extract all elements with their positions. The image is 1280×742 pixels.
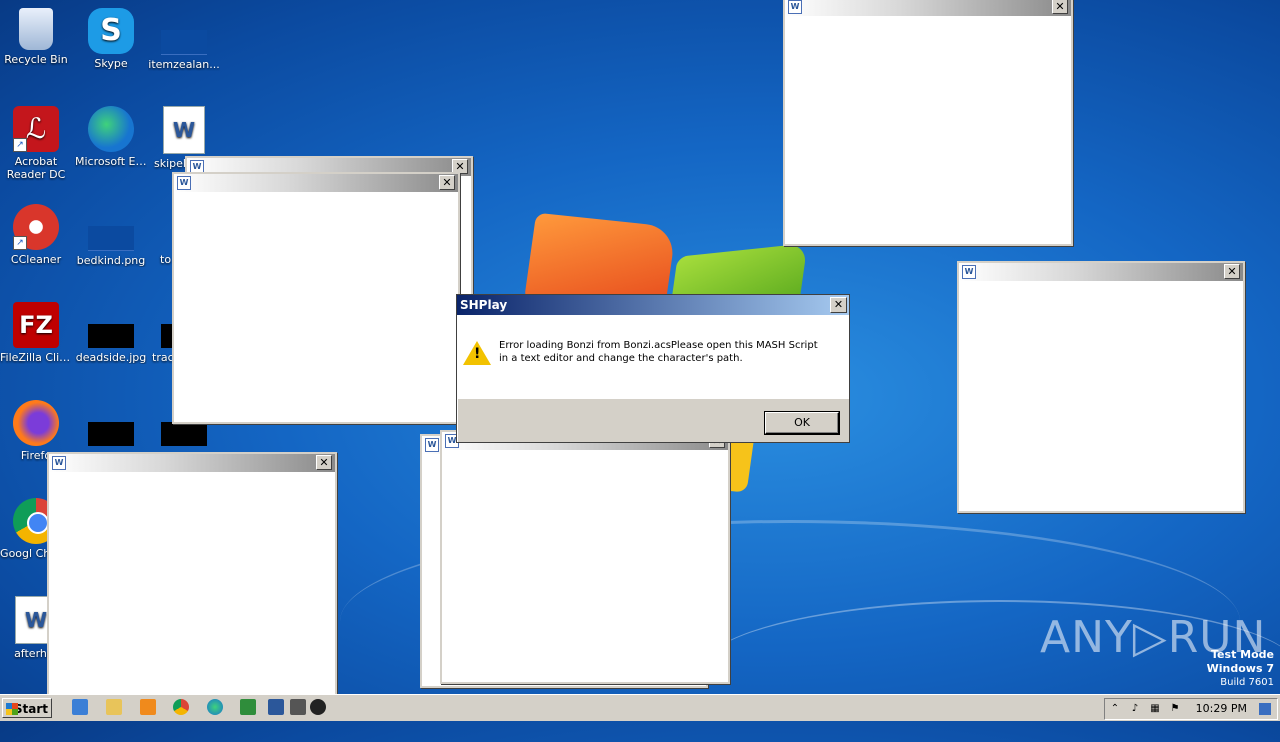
shortcut-arrow-icon: ↗ xyxy=(13,236,27,250)
blank-window[interactable]: W ✕ xyxy=(957,261,1245,513)
show-hidden-icons-button[interactable]: ⌃ xyxy=(1109,703,1121,715)
action-center-flag-icon[interactable]: ⚑ xyxy=(1169,703,1181,715)
word-doc-icon: W xyxy=(177,176,191,190)
skype-icon: S xyxy=(88,8,134,54)
desktop-icon-bedkind[interactable]: bedkind.png xyxy=(75,204,147,267)
dialog-message: Error loading Bonzi from Bonzi.acsPlease… xyxy=(499,340,818,364)
desktop-icon-label: Recycle Bin xyxy=(4,53,68,66)
window-titlebar[interactable]: W ✕ xyxy=(49,454,335,472)
desktop-icon-itemzealan[interactable]: itemzealan... xyxy=(148,8,220,71)
close-button[interactable]: ✕ xyxy=(439,175,455,190)
blank-window[interactable]: W ✕ xyxy=(783,0,1073,246)
bonzi-icon[interactable] xyxy=(310,699,326,715)
ccleaner-icon: ↗ xyxy=(13,204,59,250)
desktop-icon-unnamed[interactable] xyxy=(75,400,147,449)
image-file-icon xyxy=(88,324,134,348)
start-label: Start xyxy=(13,702,48,716)
app-icon[interactable] xyxy=(240,699,256,715)
window-titlebar[interactable]: W ✕ xyxy=(174,174,458,192)
word-icon[interactable] xyxy=(268,699,284,715)
close-button[interactable]: ✕ xyxy=(316,455,332,470)
word-doc-icon: W xyxy=(788,0,802,14)
desktop-icon-label: Acrobat Reader DC xyxy=(6,155,66,181)
desktop-icon-deadside[interactable]: deadside.jpg xyxy=(75,302,147,364)
firefox-icon xyxy=(13,400,59,446)
desktop-icon-acrobat[interactable]: ℒ ↗ Acrobat Reader DC xyxy=(0,106,72,181)
edge-icon[interactable] xyxy=(207,699,223,715)
dialog-title: SHPlay xyxy=(460,298,508,312)
ok-button[interactable]: OK xyxy=(764,411,840,435)
word-doc-icon: W xyxy=(425,438,439,452)
desktop-icon-ccleaner[interactable]: ↗ CCleaner xyxy=(0,204,72,266)
window-titlebar[interactable]: W ✕ xyxy=(959,263,1243,281)
explorer-icon[interactable] xyxy=(106,699,122,715)
desktop-icon-label: CCleaner xyxy=(10,253,62,266)
error-dialog[interactable]: SHPlay ✕ ! Error loading Bonzi from Bonz… xyxy=(456,294,850,443)
chrome-icon[interactable] xyxy=(173,699,189,715)
dialog-body: ! Error loading Bonzi from Bonzi.acsPlea… xyxy=(457,315,849,399)
windows-logo-icon xyxy=(6,703,18,715)
test-mode-line: Windows 7 xyxy=(1206,662,1274,675)
filezilla-icon: FZ xyxy=(13,302,59,348)
word-doc-icon: W xyxy=(962,265,976,279)
close-button[interactable]: ✕ xyxy=(1052,0,1068,14)
desktop-icon-label: bedkind.png xyxy=(76,254,146,267)
desktop-icon-label: Skype xyxy=(94,57,128,70)
desktop-icon-edge[interactable]: Microsoft Edge xyxy=(75,106,147,168)
test-mode-notice: Test Mode Windows 7 Build 7601 xyxy=(1207,648,1274,690)
test-mode-line: Test Mode xyxy=(1211,648,1274,661)
file-icon xyxy=(161,422,207,446)
file-icon xyxy=(88,422,134,446)
blank-window[interactable]: W ✕ xyxy=(172,172,460,424)
shortcut-arrow-icon: ↗ xyxy=(13,138,27,152)
desktop-icon-recycle-bin[interactable]: Recycle Bin xyxy=(0,8,72,66)
recycle-bin-icon xyxy=(19,8,53,50)
network-icon[interactable]: ▦ xyxy=(1149,703,1161,715)
dialog-close-button[interactable]: ✕ xyxy=(830,297,847,313)
media-player-icon[interactable] xyxy=(140,699,156,715)
close-button[interactable]: ✕ xyxy=(1224,264,1240,279)
desktop-icon-label: Microsoft Edge xyxy=(75,155,147,168)
image-file-icon xyxy=(88,226,134,251)
word-doc-icon: W xyxy=(163,106,205,154)
system-tray: ⌃ ♪ ▦ ⚑ 10:29 PM xyxy=(1104,698,1278,720)
desktop-icon-skype[interactable]: S Skype xyxy=(75,8,147,70)
warning-icon: ! xyxy=(463,341,491,365)
app-icon[interactable] xyxy=(290,699,306,715)
desktop-icon-label: deadside.jpg xyxy=(75,351,147,364)
file-icon xyxy=(161,30,207,55)
blank-window[interactable]: W ✕ xyxy=(440,430,730,684)
start-button[interactable]: Start xyxy=(2,698,52,718)
show-desktop-icon[interactable] xyxy=(1259,703,1271,715)
taskbar: Start ⌃ ♪ ▦ ⚑ 10:29 PM xyxy=(0,694,1280,721)
desktop-icon-label: itemzealan... xyxy=(148,58,220,71)
acrobat-icon: ℒ ↗ xyxy=(13,106,59,152)
desktop-icon-filezilla[interactable]: FZ FileZilla Client xyxy=(0,302,72,364)
desktop-icon-label: FileZilla Client xyxy=(0,351,72,364)
word-doc-icon: W xyxy=(52,456,66,470)
window-titlebar[interactable]: W ✕ xyxy=(785,0,1071,16)
edge-icon xyxy=(88,106,134,152)
blank-window[interactable]: W ✕ xyxy=(47,452,337,706)
dialog-titlebar[interactable]: SHPlay ✕ xyxy=(457,295,849,315)
volume-icon[interactable]: ♪ xyxy=(1129,703,1141,715)
clock[interactable]: 10:29 PM xyxy=(1196,699,1247,719)
ie-icon[interactable] xyxy=(72,699,88,715)
test-mode-line: Build 7601 xyxy=(1220,677,1274,688)
